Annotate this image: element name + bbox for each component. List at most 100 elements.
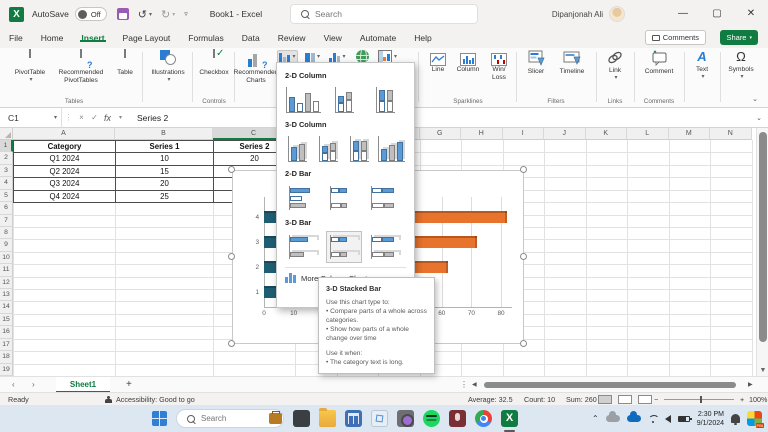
wifi-icon[interactable] bbox=[648, 415, 658, 423]
chart-type-3-d-stacked-column[interactable] bbox=[316, 133, 342, 165]
clock[interactable]: 2:30 PM9/1/2024 bbox=[697, 410, 724, 428]
timeline-button[interactable]: Timeline bbox=[552, 50, 592, 76]
expand-formula-bar-icon[interactable]: ⌄ bbox=[756, 114, 762, 122]
row-header-14[interactable]: 14 bbox=[0, 301, 13, 313]
ribbon-tab-help[interactable]: Help bbox=[405, 33, 440, 43]
prev-sheet-icon[interactable]: ‹ bbox=[12, 377, 15, 393]
row-header-11[interactable]: 11 bbox=[0, 264, 13, 276]
chart-type-3-d-clustered-column[interactable] bbox=[285, 133, 311, 165]
undo-caret-icon[interactable]: ▾ bbox=[149, 11, 152, 18]
chart-type-clustered-bar[interactable] bbox=[285, 182, 321, 214]
chrome-icon[interactable] bbox=[475, 410, 492, 427]
start-button[interactable] bbox=[152, 411, 167, 426]
table-cell[interactable]: 25 bbox=[115, 190, 214, 203]
scrollbar-dots[interactable]: ⋮ bbox=[460, 377, 468, 393]
customize-qat-icon[interactable]: ▿ bbox=[184, 10, 188, 18]
excel-taskbar-icon[interactable] bbox=[501, 410, 518, 427]
next-sheet-icon[interactable]: › bbox=[32, 377, 35, 393]
row-header-8[interactable]: 8 bbox=[0, 227, 13, 239]
chart-type-100%-stacked-bar[interactable] bbox=[367, 182, 403, 214]
chart-type-3-d-stacked-bar[interactable] bbox=[326, 231, 362, 263]
restore-button[interactable]: ▢ bbox=[700, 0, 734, 28]
column-header-L[interactable]: L bbox=[627, 128, 669, 140]
vertical-scrollbar-thumb[interactable] bbox=[759, 132, 767, 342]
snipping-tool-icon[interactable] bbox=[371, 410, 388, 427]
sparkline-winloss-button[interactable]: Win/ Loss bbox=[486, 53, 512, 81]
ribbon-tab-data[interactable]: Data bbox=[233, 33, 269, 43]
taskbar-search-input[interactable] bbox=[201, 414, 261, 423]
select-all-corner[interactable] bbox=[0, 128, 13, 140]
undo-button[interactable]: ↺ bbox=[138, 8, 147, 21]
table-cell[interactable]: 20 bbox=[115, 177, 214, 190]
sheet-tab-sheet1[interactable]: Sheet1 bbox=[56, 377, 110, 393]
ribbon-tab-page-layout[interactable]: Page Layout bbox=[114, 33, 180, 43]
column-header-K[interactable]: K bbox=[586, 128, 628, 140]
speaker-icon[interactable] bbox=[665, 415, 671, 423]
redo-button[interactable]: ↻ bbox=[161, 8, 170, 21]
row-header-10[interactable]: 10 bbox=[0, 252, 13, 264]
name-box[interactable]: C1▾ bbox=[0, 108, 62, 128]
pivottable-button[interactable]: PivotTable▾ bbox=[8, 50, 52, 84]
chart-type-clustered-column[interactable] bbox=[285, 84, 321, 116]
row-header-15[interactable]: 15 bbox=[0, 314, 13, 326]
add-sheet-button[interactable]: + bbox=[126, 377, 132, 393]
row-header-16[interactable]: 16 bbox=[0, 326, 13, 338]
search-input[interactable] bbox=[315, 9, 435, 19]
column-header-B[interactable]: B bbox=[115, 128, 213, 140]
row-header-2[interactable]: 2 bbox=[0, 152, 13, 164]
file-explorer-icon[interactable] bbox=[319, 410, 336, 427]
column-header-I[interactable]: I bbox=[503, 128, 545, 140]
table-cell[interactable]: Q1 2024 bbox=[13, 152, 116, 165]
tray-chevron-icon[interactable]: ⌃ bbox=[592, 414, 599, 423]
row-header-19[interactable]: 19 bbox=[0, 364, 13, 376]
taskbar-search[interactable] bbox=[176, 409, 284, 428]
row-header-18[interactable]: 18 bbox=[0, 351, 13, 363]
m365-icon[interactable]: PBI bbox=[747, 411, 762, 426]
row-header-3[interactable]: 3 bbox=[0, 165, 13, 177]
ribbon-tab-insert[interactable]: Insert bbox=[72, 33, 113, 43]
sparkline-column-button[interactable]: Column bbox=[452, 53, 484, 74]
camera-icon[interactable] bbox=[397, 410, 414, 427]
row-header-4[interactable]: 4 bbox=[0, 177, 13, 189]
table-cell[interactable]: 15 bbox=[115, 165, 214, 178]
autosave-toggle[interactable]: Off bbox=[75, 7, 107, 21]
table-button[interactable]: Table bbox=[110, 50, 140, 77]
column-header-A[interactable]: A bbox=[13, 128, 115, 140]
namebox-caret-icon[interactable]: ▾ bbox=[54, 114, 57, 121]
chart-type-stacked-column[interactable] bbox=[326, 84, 362, 116]
onedrive-icon[interactable] bbox=[627, 415, 641, 422]
recommended-pivottables-button[interactable]: ? Recommended PivotTables bbox=[52, 50, 110, 84]
scroll-right-icon[interactable]: ▶ bbox=[748, 381, 753, 388]
illustrations-button[interactable]: Illustrations▾ bbox=[146, 50, 190, 84]
text-button[interactable]: A Text▾ bbox=[688, 50, 716, 81]
weather-cloud-icon[interactable] bbox=[606, 415, 620, 422]
row-header-9[interactable]: 9 bbox=[0, 239, 13, 251]
column-header-H[interactable]: H bbox=[461, 128, 503, 140]
page-break-view-icon[interactable] bbox=[638, 395, 652, 404]
normal-view-icon[interactable] bbox=[598, 395, 612, 404]
sparkline-line-button[interactable]: Line bbox=[424, 53, 452, 74]
titlebar-search[interactable] bbox=[290, 4, 478, 24]
table-header-cell[interactable]: Series 1 bbox=[115, 140, 214, 153]
spotify-icon[interactable] bbox=[423, 410, 440, 427]
zoom-slider-knob[interactable] bbox=[700, 396, 702, 403]
voice-recorder-icon[interactable] bbox=[449, 410, 466, 427]
column-header-G[interactable]: G bbox=[420, 128, 462, 140]
row-header-7[interactable]: 7 bbox=[0, 215, 13, 227]
enter-icon[interactable]: ✓ bbox=[88, 113, 101, 122]
table-cell[interactable]: Q2 2024 bbox=[13, 165, 116, 178]
insert-function-icon[interactable]: fx bbox=[101, 113, 114, 123]
page-layout-view-icon[interactable] bbox=[618, 395, 632, 404]
ribbon-tab-file[interactable]: File bbox=[0, 33, 32, 43]
row-header-13[interactable]: 13 bbox=[0, 289, 13, 301]
row-header-17[interactable]: 17 bbox=[0, 339, 13, 351]
table-cell[interactable]: Q4 2024 bbox=[13, 190, 116, 203]
chart-handle[interactable] bbox=[228, 253, 235, 260]
scroll-left-icon[interactable]: ◀ bbox=[472, 381, 477, 388]
ribbon-tab-review[interactable]: Review bbox=[269, 33, 315, 43]
column-header-N[interactable]: N bbox=[710, 128, 752, 140]
share-button[interactable]: Share▾ bbox=[720, 30, 758, 45]
ribbon-tab-automate[interactable]: Automate bbox=[351, 33, 405, 43]
ribbon-tab-home[interactable]: Home bbox=[32, 33, 73, 43]
chart-handle[interactable] bbox=[228, 166, 235, 173]
